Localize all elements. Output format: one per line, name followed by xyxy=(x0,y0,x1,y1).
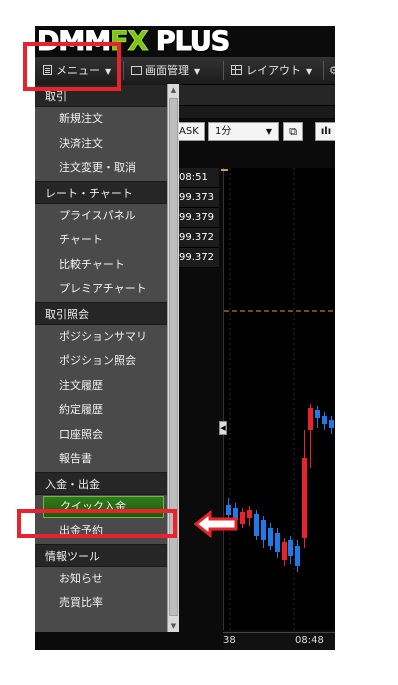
chevron-down-icon: ▼ xyxy=(194,67,201,76)
price-time: 08:51 xyxy=(175,168,219,188)
panel-collapse-handle[interactable]: ◀ xyxy=(219,421,227,435)
menu-item-new-order[interactable]: 新規注文 xyxy=(35,107,167,132)
time-label: 38 xyxy=(223,635,236,646)
candle-body xyxy=(288,540,293,556)
candles xyxy=(226,404,334,572)
candle-body xyxy=(275,533,280,552)
menu-item-notices[interactable]: お知らせ xyxy=(35,567,167,592)
menu-section-rate-chart: レート・チャート xyxy=(35,180,167,204)
screen-management-button[interactable]: 画面管理 ▼ xyxy=(131,57,200,84)
menu-scrollbar[interactable]: ▲ ▼ xyxy=(167,84,179,632)
menu-section-trade-inquiry: 取引照会 xyxy=(35,301,167,325)
candle-body xyxy=(282,542,287,560)
candle-body xyxy=(254,514,259,536)
menu-item-execution-history[interactable]: 約定履歴 xyxy=(35,398,167,423)
menu-item-reports[interactable]: 報告書 xyxy=(35,447,167,472)
menu-section-info-tools: 情報ツール xyxy=(35,543,167,567)
layout-icon xyxy=(231,65,242,75)
candle-body xyxy=(322,416,327,424)
toolbar-divider xyxy=(323,61,324,80)
menu-item-compare-chart[interactable]: 比較チャート xyxy=(35,253,167,278)
screen-icon xyxy=(131,66,142,75)
menu-item-position-inquiry[interactable]: ポジション照会 xyxy=(35,349,167,374)
menu-item-price-panel[interactable]: プライスパネル xyxy=(35,204,167,229)
menu-item-trading-ratio[interactable]: 売買比率 xyxy=(35,591,167,616)
price-value: 99.372 xyxy=(175,228,219,248)
candle-body xyxy=(247,510,252,518)
bid-ask-select[interactable]: ASK xyxy=(175,122,205,141)
timeframe-value: 1分 xyxy=(215,126,232,137)
logo-text-plus: PLUS xyxy=(155,26,230,58)
chevron-down-icon: ▼ xyxy=(265,127,272,136)
scroll-down-arrow-icon[interactable]: ▼ xyxy=(168,620,179,632)
layout-label: レイアウト xyxy=(246,64,301,77)
menu-item-modify-cancel-order[interactable]: 注文変更・取消 xyxy=(35,156,167,181)
scroll-up-arrow-icon[interactable]: ▲ xyxy=(168,84,179,96)
highlight-box-quick-deposit xyxy=(17,509,177,538)
menu-item-chart[interactable]: チャート xyxy=(35,228,167,253)
price-value: 99.372 xyxy=(175,248,219,268)
candlestick-icon[interactable]: ılı xyxy=(315,122,335,141)
left-arrow-icon xyxy=(193,510,238,538)
candle-body xyxy=(315,410,320,418)
panel-header xyxy=(175,106,335,118)
menu-item-premier-chart[interactable]: プレミアチャート xyxy=(35,277,167,302)
price-line-marker xyxy=(221,169,228,171)
menu-item-settle-order[interactable]: 決済注文 xyxy=(35,132,167,157)
price-value: 99.379 xyxy=(175,208,219,228)
candle-body xyxy=(302,458,307,538)
candle-body xyxy=(261,520,266,540)
timeframe-select[interactable]: 1分 ▼ xyxy=(208,122,279,141)
menu-section-deposit-withdraw: 入金・出金 xyxy=(35,471,167,495)
layout-button[interactable]: レイアウト ▼ xyxy=(231,57,312,84)
candle-body xyxy=(308,408,313,430)
menu-item-order-history[interactable]: 注文履歴 xyxy=(35,374,167,399)
candle-body xyxy=(295,546,300,566)
main-menu-dropdown: 取引 新規注文 決済注文 注文変更・取消 レート・チャート プライスパネル チャ… xyxy=(35,84,168,632)
time-label: 08:48 xyxy=(295,635,324,646)
settings-icon[interactable]: ⚙ xyxy=(329,57,335,84)
scrollbar-thumb[interactable] xyxy=(169,98,178,616)
link-icon[interactable]: ⧉ xyxy=(283,122,303,141)
candle-body xyxy=(329,420,334,428)
chart-time-axis: 38 08:48 xyxy=(223,632,335,650)
price-list: 08:51 99.373 99.379 99.372 99.372 xyxy=(175,168,219,268)
toolbar-divider xyxy=(223,61,224,80)
chevron-down-icon: ▼ xyxy=(306,67,313,76)
screen-management-label: 画面管理 xyxy=(145,64,189,77)
menu-item-account-inquiry[interactable]: 口座照会 xyxy=(35,423,167,448)
candle-body xyxy=(240,512,245,524)
price-value: 99.373 xyxy=(175,188,219,208)
chart-canvas xyxy=(224,168,335,630)
highlight-box-menu xyxy=(23,42,121,91)
trading-app-window: DMMFX PLUS メニュー ▼ 画面管理 ▼ レイアウト ▼ ⚙ ASK 1分 ▼… xyxy=(35,26,335,650)
chart-controls: ASK 1分 ▼ ⧉ ılı xyxy=(175,118,335,144)
candle-body xyxy=(268,528,273,546)
candlestick-chart[interactable] xyxy=(223,168,335,630)
toolbar-divider xyxy=(123,61,124,80)
menu-item-position-summary[interactable]: ポジションサマリ xyxy=(35,325,167,350)
